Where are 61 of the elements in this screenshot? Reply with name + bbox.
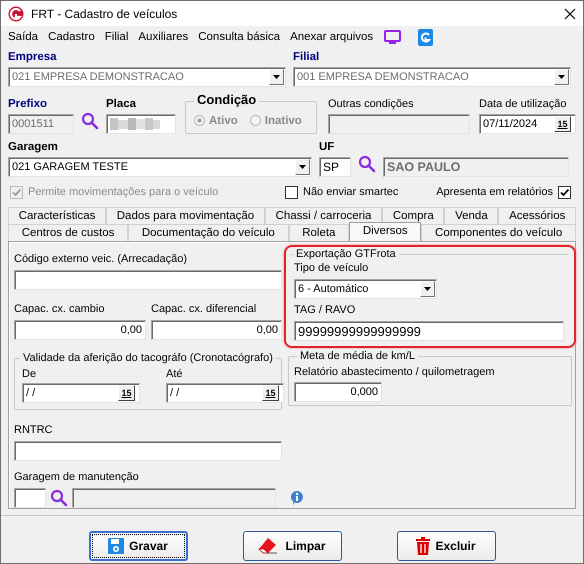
- state-name-field: SAO PAULO: [383, 157, 569, 177]
- tab[interactable]: Roleta: [288, 224, 350, 241]
- clear-button[interactable]: Limpar: [242, 531, 342, 561]
- vehicle-type-dropdown[interactable]: 6 - Automático: [294, 279, 437, 299]
- gearbox-capacity-field[interactable]: 0,00: [14, 320, 146, 340]
- save-button[interactable]: Gravar: [88, 531, 188, 561]
- group-title: Validade da aferição do tacográfo (Cronotacógrafo): [20, 351, 276, 365]
- menu-item[interactable]: Auxiliares: [133, 31, 194, 43]
- field-label: Relatório abastecimento / quilometragem: [294, 365, 496, 379]
- tab[interactable]: Chassi / carroceria: [264, 207, 382, 224]
- calendar-button[interactable]: 15: [118, 385, 135, 401]
- tab[interactable]: Documentação do veículo: [128, 224, 288, 241]
- differential-capacity-field[interactable]: 0,00: [151, 320, 282, 340]
- tab[interactable]: Compra: [382, 207, 444, 224]
- group-title: Condição: [194, 93, 260, 107]
- field-label: Código externo veic. (Arrecadação): [14, 252, 188, 266]
- tab[interactable]: Diversos: [349, 222, 422, 241]
- field-label: UF: [319, 140, 336, 154]
- date-field[interactable]: 07/11/2024 15: [479, 114, 576, 134]
- field-label: Placa: [106, 97, 138, 111]
- menu-item[interactable]: Cadastro: [43, 31, 100, 43]
- tab[interactable]: Componentes do veículo: [421, 224, 576, 241]
- field-label: TAG / RAVO: [294, 303, 356, 317]
- date-field[interactable]: / / 15: [166, 383, 284, 403]
- field-label: De: [22, 367, 38, 381]
- tab[interactable]: Acessórios: [498, 207, 576, 224]
- garage-dropdown[interactable]: 021 GARAGEM TESTE: [8, 157, 312, 177]
- calendar-button[interactable]: 15: [262, 385, 279, 401]
- state-field[interactable]: SP: [319, 157, 351, 177]
- checkbox-label: Permite movimentações para o veículo: [28, 185, 218, 199]
- tab[interactable]: Dados para movimentação: [106, 207, 265, 224]
- field-label: Tipo de veículo: [294, 261, 370, 275]
- window-title: FRT - Cadastro de veículos: [31, 6, 178, 20]
- field-label: Garagem: [8, 140, 59, 154]
- field-label: RNTRC: [14, 424, 52, 436]
- tab[interactable]: Características: [8, 207, 106, 224]
- checkbox-label: Apresenta em relatórios: [436, 185, 553, 199]
- radio-label: Ativo: [209, 114, 238, 126]
- calendar-button[interactable]: 15: [554, 116, 571, 132]
- tab[interactable]: Venda: [444, 207, 498, 224]
- field-label: Outras condições: [328, 97, 415, 111]
- field-label: Capac. cx. diferencial: [151, 302, 258, 316]
- delete-button[interactable]: Excluir: [396, 531, 496, 561]
- field-label: Empresa: [8, 50, 58, 64]
- menu-item[interactable]: Saída: [3, 31, 44, 43]
- tag-field[interactable]: 99999999999999999: [294, 321, 564, 341]
- menu-item[interactable]: Filial: [100, 31, 134, 43]
- tab[interactable]: Centros de custos: [8, 224, 128, 241]
- radio-label: Inativo: [264, 114, 302, 126]
- field-label: Filial: [293, 50, 320, 64]
- field-label: Data de utilização: [479, 97, 568, 111]
- field-label: Garagem de manutenção: [14, 471, 139, 483]
- field-label: Até: [166, 367, 184, 381]
- menu-item[interactable]: Consulta básica: [193, 31, 286, 43]
- group-title: Exportação GTFrota: [293, 247, 399, 261]
- checkbox-label: Não enviar smartec: [303, 185, 398, 199]
- menu-item[interactable]: Anexar arquivos: [285, 31, 378, 43]
- field-label: Prefixo: [8, 97, 48, 111]
- km-per-liter-field[interactable]: 0,000: [294, 382, 382, 402]
- date-field[interactable]: / / 15: [22, 383, 140, 403]
- field-label: Capac. cx. cambio: [14, 302, 106, 316]
